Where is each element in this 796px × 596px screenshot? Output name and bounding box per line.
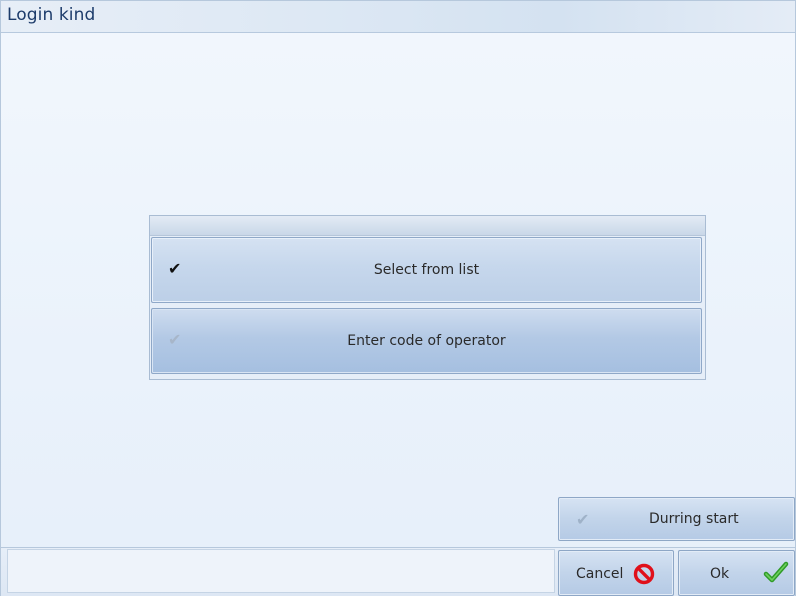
option-select-from-list[interactable]: ✔ Select from list: [151, 237, 702, 303]
login-kind-list: ✔ Select from list ✔ Enter code of opera…: [149, 215, 706, 380]
login-kind-window: Login kind ✔ Select from list ✔ Enter co…: [0, 0, 796, 596]
during-start-toggle[interactable]: ✔ Durring start: [558, 497, 795, 541]
list-header: [150, 216, 705, 236]
window-title: Login kind: [7, 5, 96, 25]
prohibited-icon: [633, 563, 655, 585]
during-start-label: Durring start: [649, 511, 739, 527]
title-bar: Login kind: [1, 1, 795, 33]
ok-label: Ok: [710, 566, 730, 582]
cancel-button[interactable]: Cancel: [558, 550, 674, 596]
option-enter-code-of-operator[interactable]: ✔ Enter code of operator: [151, 308, 702, 374]
checkmark-icon: ✔: [576, 510, 590, 529]
cancel-label: Cancel: [576, 566, 624, 582]
green-checkmark-icon: [763, 561, 789, 583]
status-area: [7, 549, 555, 593]
option-label: Select from list: [373, 262, 480, 278]
checkmark-icon: ✔: [168, 330, 182, 349]
checkmark-icon: ✔: [168, 259, 182, 278]
ok-button[interactable]: Ok: [678, 550, 795, 596]
option-label: Enter code of operator: [347, 333, 506, 349]
